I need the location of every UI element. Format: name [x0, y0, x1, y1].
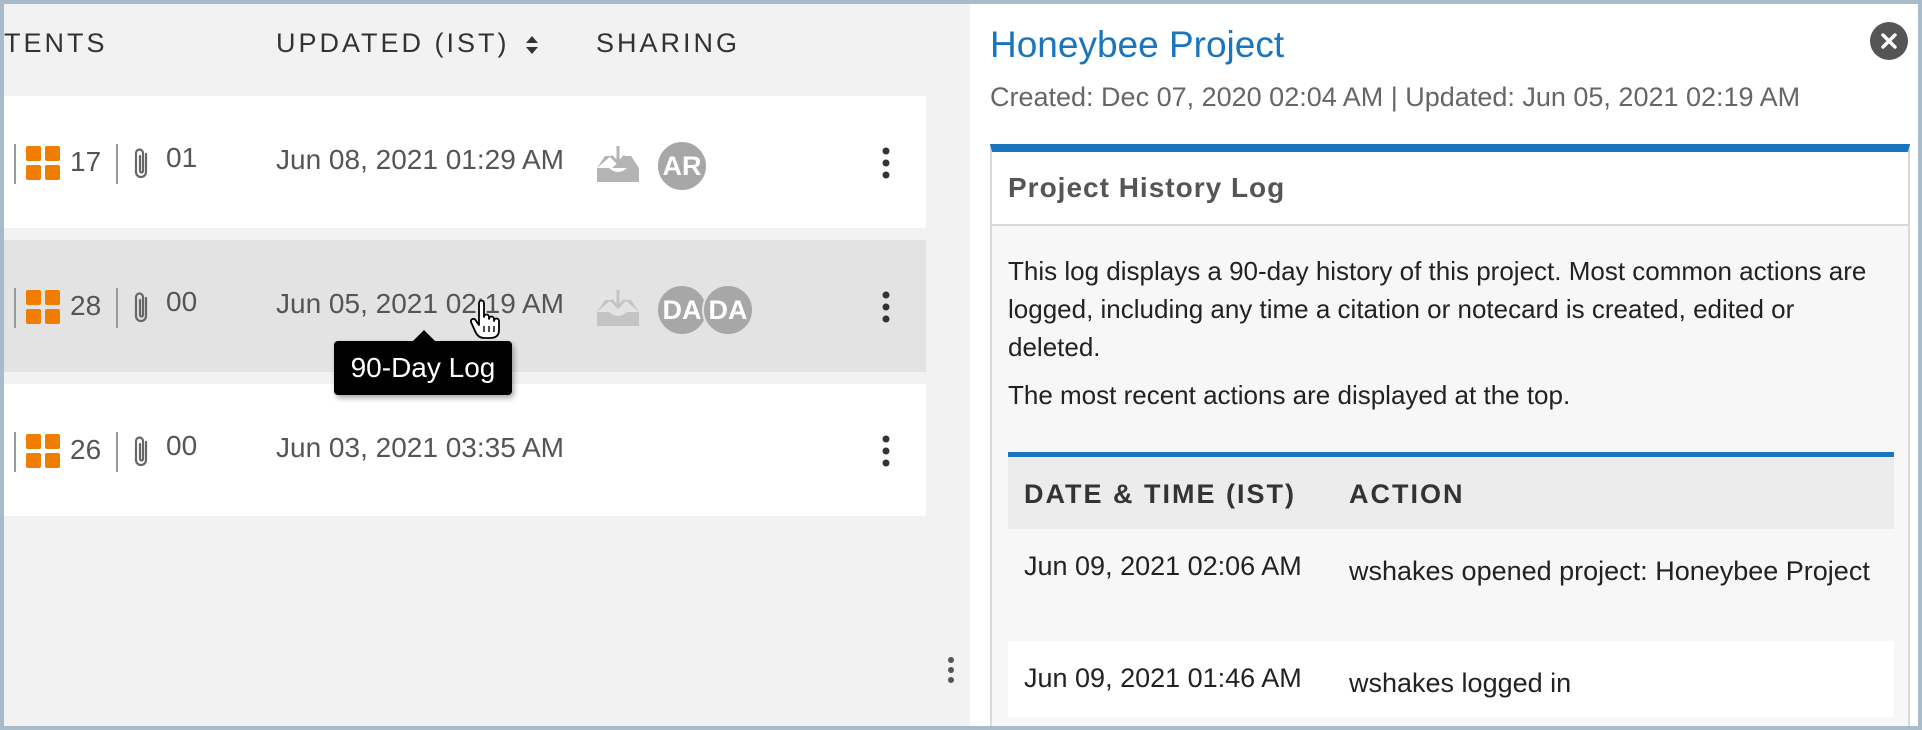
notecard-count: 28	[70, 290, 102, 321]
paperclip-icon	[134, 292, 148, 323]
divider	[14, 288, 16, 328]
divider	[116, 288, 118, 328]
notecards-grid-icon	[26, 434, 60, 468]
avatar[interactable]: DA	[656, 284, 708, 336]
log-entry-action: wshakes opened project: Honeybee Project	[1349, 556, 1870, 586]
divider	[116, 144, 118, 184]
column-header-action: ACTION	[1349, 479, 1465, 509]
updated-date: Jun 03, 2021 03:35 AM	[276, 432, 564, 463]
inbox-download-icon[interactable]	[595, 144, 641, 184]
pane-resize-handle-icon[interactable]	[946, 655, 956, 685]
attachment-count: 01	[166, 142, 198, 173]
log-table-header: DATE & TIME (IST) ACTION	[1008, 457, 1894, 529]
attachment-count: 00	[166, 430, 198, 461]
column-header-date: DATE & TIME (IST)	[1024, 479, 1296, 509]
project-title: Honeybee Project	[990, 24, 1285, 65]
hand-cursor-icon	[470, 300, 500, 339]
updated-date[interactable]: Jun 05, 2021 02:19 AM	[276, 288, 564, 320]
table-row[interactable]: 17 01 Jun 08, 2021 01:29 AM AR	[4, 96, 926, 228]
divider	[116, 432, 118, 472]
sort-icon[interactable]	[524, 34, 540, 56]
notecard-count: 17	[70, 146, 102, 177]
paperclip-icon	[134, 436, 148, 467]
app-frame: TENTS UPDATED (IST) SHARING 17 01 Jun 08…	[4, 4, 1918, 726]
projects-table: TENTS UPDATED (IST) SHARING 17 01 Jun 08…	[4, 4, 966, 726]
log-entry-date: Jun 09, 2021 02:06 AM	[1024, 551, 1302, 581]
notecards-grid-icon	[26, 146, 60, 180]
log-entry-row	[1008, 717, 1894, 726]
updated-date: Jun 08, 2021 01:29 AM	[276, 144, 564, 175]
log-entry-row: Jun 09, 2021 01:46 AM wshakes logged in	[1008, 641, 1894, 717]
log-heading: Project History Log	[992, 152, 1908, 226]
column-header-updated[interactable]: UPDATED (IST)	[276, 28, 510, 59]
close-icon	[1881, 33, 1897, 49]
log-entry-row: Jun 09, 2021 02:06 AM wshakes opened pro…	[1008, 529, 1894, 641]
log-recent-note: The most recent actions are displayed at…	[1008, 380, 1571, 410]
inbox-download-icon[interactable]	[595, 288, 641, 328]
tooltip-90-day-log: 90-Day Log	[334, 341, 512, 395]
log-entry-date: Jun 09, 2021 01:46 AM	[1024, 663, 1302, 693]
more-options-icon[interactable]	[880, 290, 892, 324]
history-log-card: Project History Log This log displays a …	[990, 144, 1910, 726]
paperclip-icon	[134, 148, 148, 179]
log-description: This log displays a 90-day history of th…	[1008, 256, 1867, 362]
attachment-count: 00	[166, 286, 198, 317]
notecard-count: 26	[70, 434, 102, 465]
log-entry-action: wshakes logged in	[1349, 668, 1572, 698]
avatar[interactable]: DA	[702, 284, 754, 336]
divider	[14, 144, 16, 184]
close-panel-button[interactable]	[1870, 22, 1908, 60]
column-header-sharing: SHARING	[596, 28, 741, 58]
divider	[14, 432, 16, 472]
more-options-icon[interactable]	[880, 434, 892, 468]
avatar[interactable]: AR	[656, 140, 708, 192]
table-row[interactable]: 26 00 Jun 03, 2021 03:35 AM	[4, 384, 926, 516]
notecards-grid-icon	[26, 290, 60, 324]
more-options-icon[interactable]	[880, 146, 892, 180]
column-header-contents[interactable]: TENTS	[4, 28, 108, 59]
history-log-table: DATE & TIME (IST) ACTION Jun 09, 2021 02…	[1008, 452, 1894, 726]
project-detail-panel: Honeybee Project Created: Dec 07, 2020 0…	[970, 4, 1918, 726]
project-dates: Created: Dec 07, 2020 02:04 AM | Updated…	[990, 82, 1801, 112]
